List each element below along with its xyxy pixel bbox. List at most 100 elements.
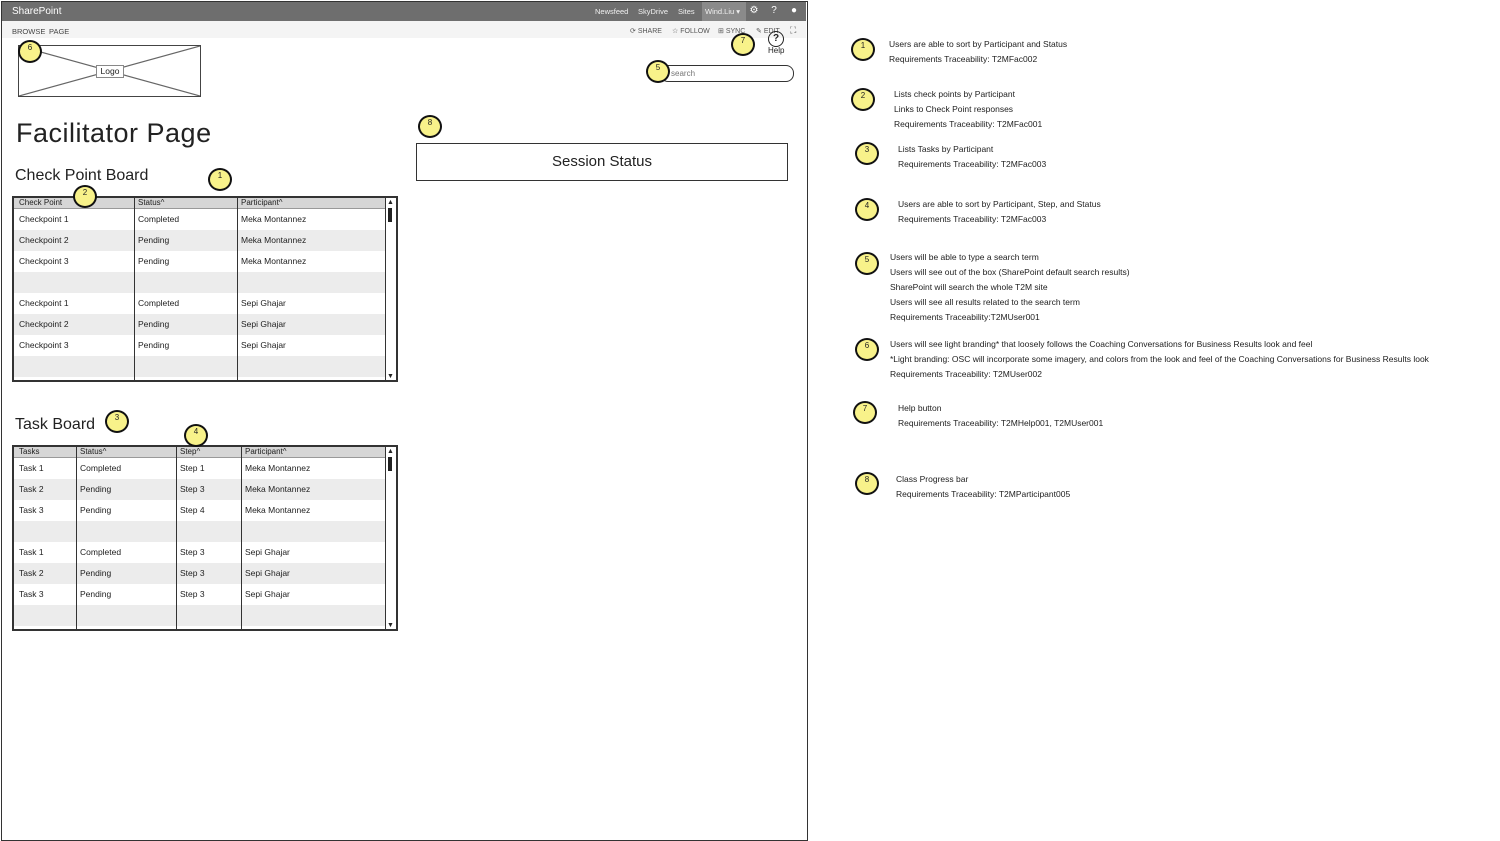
annotation-7: Help button Requirements Traceability: T…: [898, 403, 1104, 428]
table-row[interactable]: Task 2 Pending Step 3 Sepi Ghajar: [14, 563, 386, 584]
vertical-scrollbar[interactable]: ▲ ▼: [385, 198, 396, 380]
logo-label: Logo: [96, 65, 124, 78]
task-board-header: Tasks Status^ Step^ Participant^: [14, 447, 386, 458]
follow-button[interactable]: ☆ FOLLOW: [672, 27, 710, 35]
scrollbar-thumb[interactable]: [388, 208, 392, 222]
scroll-up-icon[interactable]: ▲: [387, 448, 394, 455]
column-header-participant[interactable]: Participant^: [238, 198, 283, 208]
column-divider: [176, 447, 177, 629]
table-row: [14, 272, 386, 293]
task-cell[interactable]: Task 2: [16, 563, 44, 584]
table-row[interactable]: Checkpoint 2 Pending Meka Montannez: [14, 230, 386, 251]
table-row: [14, 521, 386, 542]
session-status-bar: Session Status: [416, 143, 788, 181]
callout-marker-3: 3: [105, 410, 129, 433]
suite-link-sites[interactable]: Sites: [678, 7, 695, 16]
table-row[interactable]: Checkpoint 1 Completed Sepi Ghajar: [14, 293, 386, 314]
step-cell: Step 3: [180, 589, 205, 599]
table-row[interactable]: Checkpoint 3 Pending Sepi Ghajar: [14, 335, 386, 356]
help-icon[interactable]: ?: [768, 5, 780, 17]
suite-brand[interactable]: SharePoint: [12, 6, 61, 17]
participant-cell: Sepi Ghajar: [241, 319, 286, 329]
checkpoint-cell[interactable]: Checkpoint 1: [16, 293, 69, 314]
task-cell[interactable]: Task 3: [16, 584, 44, 605]
status-cell: Pending: [138, 340, 170, 350]
status-cell: Pending: [80, 589, 112, 599]
scrollbar-thumb[interactable]: [388, 457, 392, 471]
annotation-marker-1: 1: [851, 38, 875, 61]
annotation-marker-7: 7: [853, 401, 877, 424]
scroll-down-icon[interactable]: ▼: [387, 373, 394, 380]
table-row: [14, 605, 386, 626]
search-box[interactable]: [660, 65, 794, 82]
help-circle-icon[interactable]: ?: [768, 31, 784, 47]
task-board-table: Tasks Status^ Step^ Participant^ Task 1 …: [12, 445, 398, 631]
share-button[interactable]: ⟳ SHARE: [630, 27, 662, 35]
table-row[interactable]: Task 2 Pending Step 3 Meka Montannez: [14, 479, 386, 500]
focus-icon[interactable]: ⛶: [790, 25, 796, 36]
step-cell: Step 4: [180, 505, 205, 515]
column-header-status[interactable]: Status^: [135, 198, 164, 208]
task-cell[interactable]: Task 3: [16, 500, 44, 521]
session-status-label: Session Status: [551, 153, 653, 170]
annotation-marker-2: 2: [851, 88, 875, 111]
status-cell: Pending: [138, 235, 170, 245]
step-cell: Step 3: [180, 547, 205, 557]
tab-browse[interactable]: BROWSE: [12, 27, 45, 36]
user-menu[interactable]: Wind.Liu ▾: [705, 7, 740, 16]
user-icon[interactable]: ●: [788, 5, 800, 17]
task-cell[interactable]: Task 1: [16, 458, 44, 479]
table-row[interactable]: Task 1 Completed Step 3 Sepi Ghajar: [14, 542, 386, 563]
callout-marker-5: 5: [646, 60, 670, 83]
suite-link-newsfeed[interactable]: Newsfeed: [595, 7, 628, 16]
annotation-marker-4: 4: [855, 198, 879, 221]
checkpoint-cell[interactable]: Checkpoint 2: [16, 314, 69, 335]
column-header-check-point[interactable]: Check Point: [16, 198, 62, 208]
callout-marker-1: 1: [208, 168, 232, 191]
participant-cell: Meka Montannez: [241, 235, 307, 245]
annotation-1: Users are able to sort by Participant an…: [889, 39, 1068, 64]
page-title: Facilitator Page: [16, 118, 212, 148]
column-header-participant[interactable]: Participant^: [242, 447, 287, 457]
callout-marker-8: 8: [418, 115, 442, 138]
ribbon-bar: BROWSE PAGE ⟳ SHARE ☆ FOLLOW ⊞ SYNC ✎ ED…: [2, 21, 806, 38]
table-row[interactable]: Checkpoint 3 Pending Meka Montannez: [14, 251, 386, 272]
participant-cell: Meka Montannez: [245, 463, 311, 473]
checkpoint-cell[interactable]: Checkpoint 3: [16, 335, 69, 356]
help-label[interactable]: Help: [768, 46, 784, 55]
suite-link-skydrive[interactable]: SkyDrive: [638, 7, 668, 16]
table-row: [14, 356, 386, 377]
task-cell[interactable]: Task 1: [16, 542, 44, 563]
checkpoint-cell[interactable]: Checkpoint 1: [16, 209, 69, 230]
table-row[interactable]: Task 3 Pending Step 3 Sepi Ghajar: [14, 584, 386, 605]
column-header-step[interactable]: Step^: [177, 447, 200, 457]
edit-icon: ✎: [756, 28, 764, 35]
checkpoint-cell[interactable]: Checkpoint 3: [16, 251, 69, 272]
annotation-marker-3: 3: [855, 142, 879, 165]
sync-icon: ⊞: [718, 28, 726, 35]
callout-marker-4: 4: [184, 424, 208, 447]
tab-page[interactable]: PAGE: [49, 27, 69, 36]
vertical-scrollbar[interactable]: ▲ ▼: [385, 447, 396, 629]
scroll-up-icon[interactable]: ▲: [387, 199, 394, 206]
task-board-title: Task Board: [15, 416, 96, 433]
search-input[interactable]: [671, 67, 781, 79]
participant-cell: Meka Montannez: [245, 505, 311, 515]
task-cell[interactable]: Task 2: [16, 479, 44, 500]
column-header-status[interactable]: Status^: [77, 447, 106, 457]
column-divider: [76, 447, 77, 629]
checkpoint-cell[interactable]: Checkpoint 2: [16, 230, 69, 251]
table-row[interactable]: Checkpoint 2 Pending Sepi Ghajar: [14, 314, 386, 335]
checkpoint-board-header: Check Point Status^ Participant^: [14, 198, 386, 209]
scroll-down-icon[interactable]: ▼: [387, 622, 394, 629]
gear-icon[interactable]: ⚙: [748, 5, 760, 17]
column-header-tasks[interactable]: Tasks: [16, 447, 39, 457]
participant-cell: Sepi Ghajar: [245, 547, 290, 557]
table-row[interactable]: Task 3 Pending Step 4 Meka Montannez: [14, 500, 386, 521]
table-row[interactable]: Task 1 Completed Step 1 Meka Montannez: [14, 458, 386, 479]
annotation-6: Users will see light branding* that loos…: [890, 339, 1429, 379]
table-row[interactable]: Checkpoint 1 Completed Meka Montannez: [14, 209, 386, 230]
participant-cell: Sepi Ghajar: [245, 589, 290, 599]
status-cell: Pending: [138, 256, 170, 266]
status-cell: Pending: [80, 505, 112, 515]
